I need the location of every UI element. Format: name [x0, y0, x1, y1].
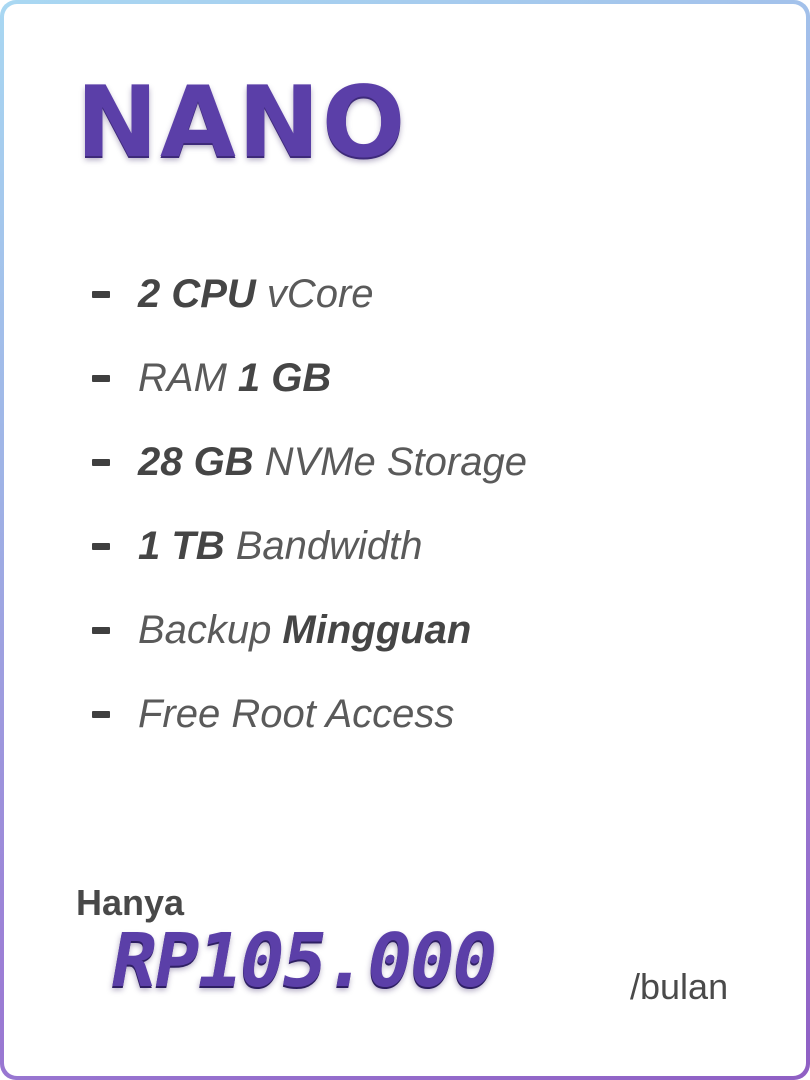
feature-root-access: Free Root Access — [92, 672, 527, 756]
feature-bandwidth: 1 TB Bandwidth — [92, 504, 527, 588]
plan-title: NANO — [76, 66, 408, 180]
feature-storage: 28 GB NVMe Storage — [92, 420, 527, 504]
dash-bullet-icon — [92, 290, 110, 298]
feature-bandwidth-value: 1 TB — [138, 523, 225, 568]
price-amount: RP105.000 — [104, 918, 503, 1004]
dash-bullet-icon — [92, 374, 110, 382]
feature-backup: Backup Mingguan — [92, 588, 527, 672]
dash-bullet-icon — [92, 542, 110, 550]
dash-bullet-icon — [92, 458, 110, 466]
price-period: /bulan — [630, 966, 729, 1007]
feature-ram-value: 1 GB — [237, 355, 332, 400]
feature-cpu-label: vCore — [266, 271, 374, 316]
feature-list: 2 CPU vCore RAM 1 GB 28 GB NVMe Storage 1 T… — [92, 252, 527, 756]
feature-ram: RAM 1 GB — [92, 336, 527, 420]
pricing-card: NANO 2 CPU vCore RAM 1 GB 28 GB NVMe Storag… — [0, 0, 810, 1080]
feature-cpu: 2 CPU vCore — [92, 252, 527, 336]
feature-ram-label: RAM — [138, 355, 227, 400]
feature-backup-label: Backup — [138, 607, 272, 652]
feature-backup-value: Mingguan — [282, 607, 472, 652]
feature-storage-label: NVMe Storage — [264, 439, 527, 484]
dash-bullet-icon — [92, 710, 110, 718]
feature-root-access-label: Free Root Access — [138, 691, 455, 736]
feature-storage-value: 28 GB — [138, 439, 254, 484]
feature-bandwidth-label: Bandwidth — [235, 523, 423, 568]
feature-cpu-value: 2 CPU — [138, 271, 256, 316]
pricing-card-body: NANO 2 CPU vCore RAM 1 GB 28 GB NVMe Storag… — [4, 4, 806, 1076]
dash-bullet-icon — [92, 626, 110, 634]
